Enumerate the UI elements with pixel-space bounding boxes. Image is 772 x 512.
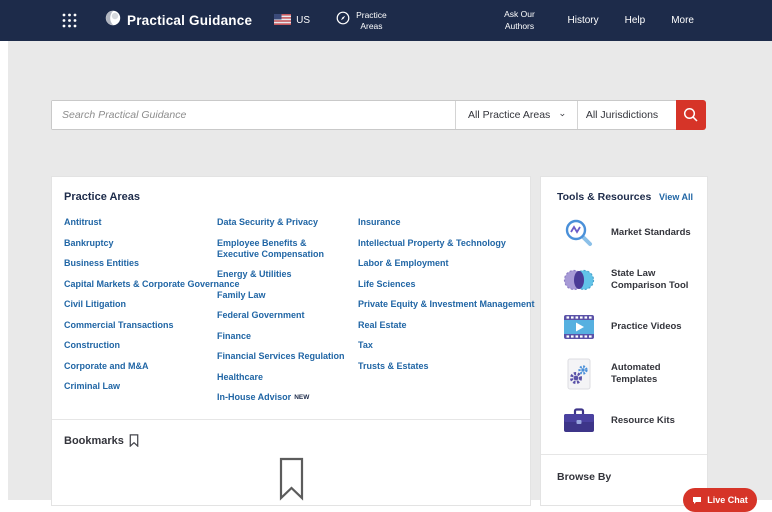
- practice-areas-menu[interactable]: Practice Areas: [336, 10, 387, 31]
- view-all-link[interactable]: View All: [659, 192, 693, 202]
- practice-areas-menu-label: Practice Areas: [356, 10, 387, 31]
- practice-areas-column-1: Antitrust Bankruptcy Business Entities C…: [64, 217, 217, 403]
- document-gears-icon: [563, 358, 595, 390]
- practice-area-filter-value: All Practice Areas: [468, 109, 550, 121]
- tools-list: Market Standards State Law Comparison To…: [541, 203, 707, 444]
- top-nav-bar: Practical Guidance US: [0, 0, 772, 41]
- magnifier-chart-icon: [563, 217, 595, 249]
- link-bankruptcy[interactable]: Bankruptcy: [64, 238, 114, 249]
- link-healthcare[interactable]: Healthcare: [217, 372, 263, 383]
- bookmarks-section: Bookmarks: [52, 419, 530, 501]
- tool-label: Automated Templates: [611, 362, 697, 386]
- app-launcher-grid-icon[interactable]: [62, 13, 77, 28]
- nav-ask-our-authors[interactable]: Ask Our Authors: [498, 9, 542, 31]
- link-employee-benefits[interactable]: Employee Benefits & Executive Compensati…: [217, 238, 349, 260]
- tools-resources-card: Tools & Resources View All Market Standa…: [540, 176, 708, 506]
- practice-areas-column-3: Insurance Intellectual Property & Techno…: [358, 217, 518, 403]
- tool-item-state-law-comparison[interactable]: State Law Comparison Tool: [563, 256, 697, 303]
- link-labor-employment[interactable]: Labor & Employment: [358, 258, 449, 269]
- tool-label: Market Standards: [611, 227, 691, 239]
- link-business-entities[interactable]: Business Entities: [64, 258, 139, 269]
- briefcase-icon: [563, 405, 595, 437]
- bookmarks-title: Bookmarks: [64, 435, 124, 447]
- practice-area-filter-dropdown[interactable]: All Practice Areas: [455, 101, 577, 129]
- practice-areas-card: Practice Areas Antitrust Bankruptcy Busi…: [51, 176, 531, 506]
- bookmark-small-icon: [129, 434, 139, 447]
- search-button[interactable]: [676, 100, 706, 130]
- nav-help[interactable]: Help: [625, 15, 646, 26]
- tool-item-market-standards[interactable]: Market Standards: [563, 209, 697, 256]
- link-in-house-advisor[interactable]: In-House AdvisorNEW: [217, 392, 309, 403]
- tool-label: Resource Kits: [611, 415, 675, 427]
- practice-areas-title: Practice Areas: [64, 191, 518, 203]
- link-energy-utilities[interactable]: Energy & Utilities: [217, 269, 292, 280]
- link-data-security-privacy[interactable]: Data Security & Privacy: [217, 217, 318, 228]
- chevron-down-icon: [560, 112, 565, 118]
- bookmark-large-icon: [278, 457, 305, 501]
- live-chat-label: Live Chat: [707, 495, 748, 505]
- link-family-law[interactable]: Family Law: [217, 290, 266, 301]
- link-finance[interactable]: Finance: [217, 331, 251, 342]
- link-corporate-ma[interactable]: Corporate and M&A: [64, 361, 149, 372]
- nav-history[interactable]: History: [568, 15, 599, 26]
- chat-bubble-icon: [692, 496, 702, 505]
- search-icon: [683, 107, 699, 123]
- link-capital-markets[interactable]: Capital Markets & Corporate Governance: [64, 279, 240, 290]
- link-real-estate[interactable]: Real Estate: [358, 320, 407, 331]
- new-badge: NEW: [294, 394, 309, 401]
- jurisdiction-filter-dropdown[interactable]: All Jurisdictions: [577, 101, 676, 129]
- link-antitrust[interactable]: Antitrust: [64, 217, 102, 228]
- us-flag-icon: [274, 12, 291, 30]
- link-financial-services-regulation[interactable]: Financial Services Regulation: [217, 351, 345, 362]
- link-life-sciences[interactable]: Life Sciences: [358, 279, 416, 290]
- tool-item-resource-kits[interactable]: Resource Kits: [563, 397, 697, 444]
- tools-resources-title: Tools & Resources: [557, 191, 651, 203]
- link-criminal-law[interactable]: Criminal Law: [64, 381, 120, 392]
- region-selector[interactable]: US: [274, 12, 310, 30]
- link-construction[interactable]: Construction: [64, 340, 120, 351]
- region-label: US: [296, 15, 310, 26]
- tool-item-practice-videos[interactable]: Practice Videos: [563, 303, 697, 350]
- link-private-equity[interactable]: Private Equity & Investment Management: [358, 299, 535, 310]
- link-ip-technology[interactable]: Intellectual Property & Technology: [358, 238, 506, 249]
- tool-item-automated-templates[interactable]: Automated Templates: [563, 350, 697, 397]
- tool-label: State Law Comparison Tool: [611, 268, 697, 292]
- venn-diagram-icon: [563, 264, 595, 296]
- film-strip-icon: [563, 311, 595, 343]
- logo-sphere-icon: [105, 10, 121, 31]
- practice-areas-links: Antitrust Bankruptcy Business Entities C…: [64, 217, 518, 403]
- search-bar: All Practice Areas All Jurisdictions: [51, 100, 706, 130]
- link-trusts-estates[interactable]: Trusts & Estates: [358, 361, 429, 372]
- in-house-advisor-label: In-House Advisor: [217, 392, 291, 402]
- link-commercial-transactions[interactable]: Commercial Transactions: [64, 320, 174, 331]
- compass-icon: [336, 11, 350, 30]
- link-tax[interactable]: Tax: [358, 340, 373, 351]
- practice-areas-column-2: Data Security & Privacy Employee Benefit…: [217, 217, 358, 403]
- brand-title: Practical Guidance: [127, 13, 252, 28]
- tool-label: Practice Videos: [611, 321, 682, 333]
- jurisdiction-filter-value: All Jurisdictions: [586, 109, 658, 121]
- live-chat-button[interactable]: Live Chat: [683, 488, 757, 512]
- nav-more[interactable]: More: [671, 15, 694, 26]
- link-federal-government[interactable]: Federal Government: [217, 310, 305, 321]
- practical-guidance-logo[interactable]: Practical Guidance: [105, 10, 252, 31]
- link-civil-litigation[interactable]: Civil Litigation: [64, 299, 126, 310]
- browse-by-title: Browse By: [541, 455, 707, 483]
- search-input[interactable]: [52, 101, 455, 129]
- link-insurance[interactable]: Insurance: [358, 217, 401, 228]
